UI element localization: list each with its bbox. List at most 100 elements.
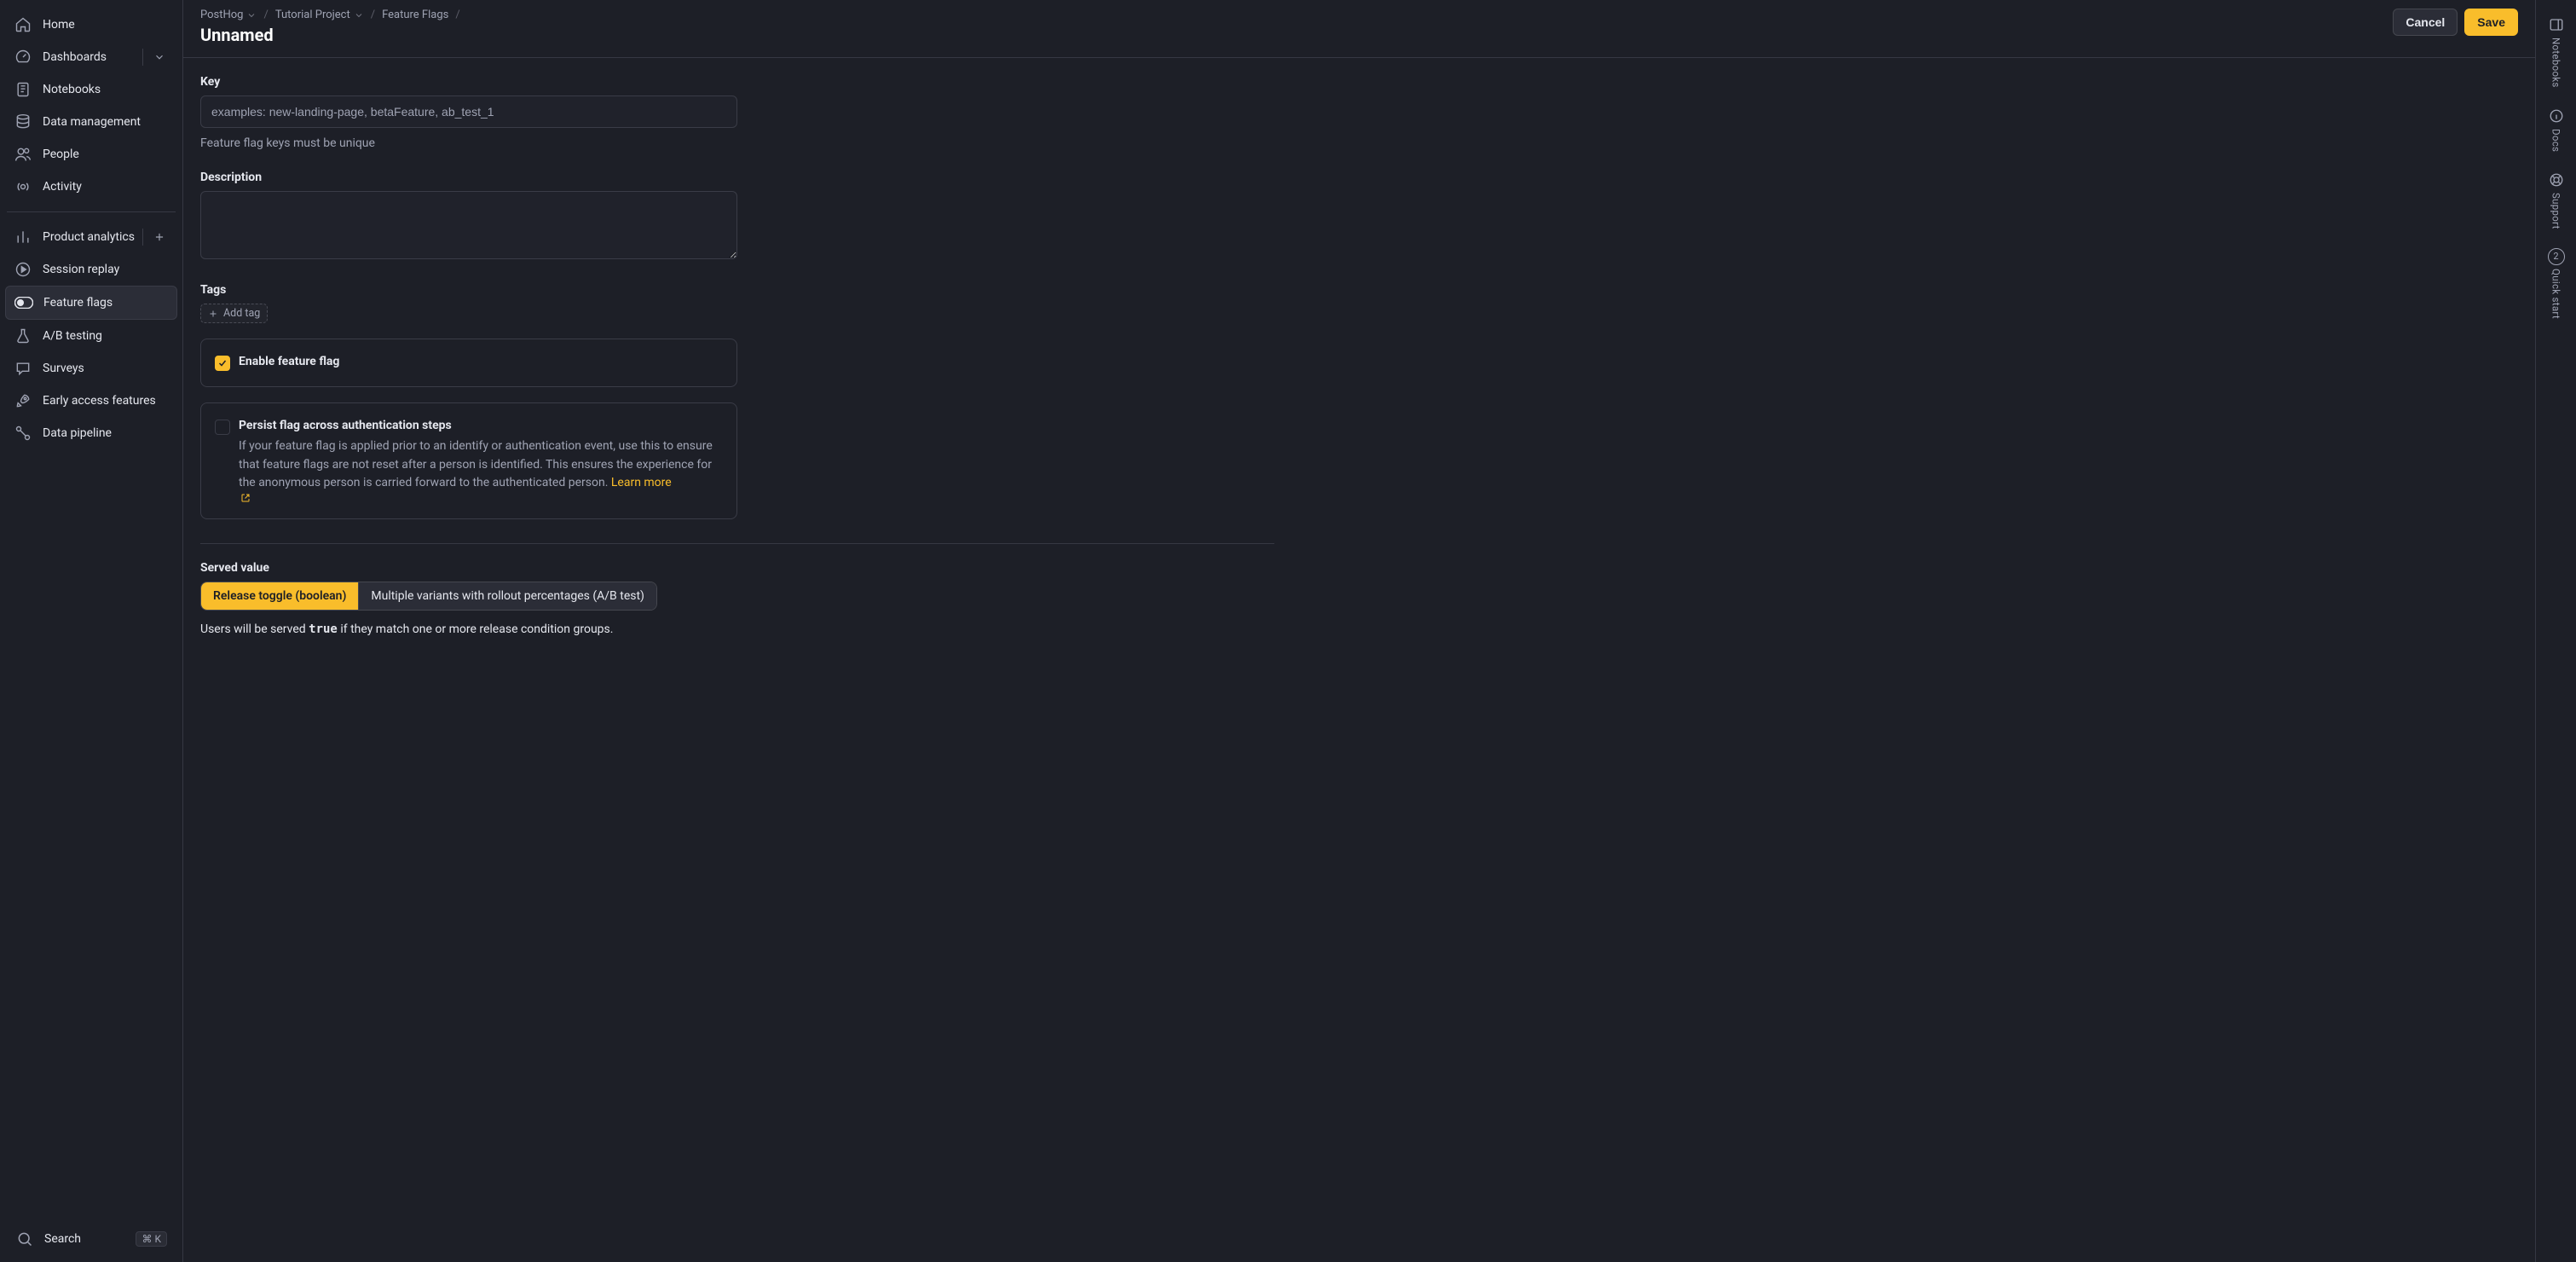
right-rail: Notebooks Docs Support 2 Quick start xyxy=(2535,0,2576,1262)
breadcrumb-label: Feature Flags xyxy=(382,9,448,21)
nav-label: Home xyxy=(43,18,75,32)
new-insight-button[interactable] xyxy=(150,228,169,246)
cancel-button[interactable]: Cancel xyxy=(2393,9,2458,36)
sidebar: Home Dashboards Notebooks xyxy=(0,0,183,1262)
divider xyxy=(142,49,143,66)
database-icon xyxy=(14,113,32,131)
nav-dashboards[interactable]: Dashboards xyxy=(5,41,177,73)
activity-icon xyxy=(14,177,32,196)
nav-data-management[interactable]: Data management xyxy=(5,106,177,138)
nav-label: Dashboards xyxy=(43,50,107,64)
rail-label: Support xyxy=(2550,193,2562,229)
nav-activity[interactable]: Activity xyxy=(5,171,177,203)
served-help-text: Users will be served true if they match … xyxy=(200,622,1274,636)
save-button[interactable]: Save xyxy=(2464,9,2518,36)
breadcrumb-sep: / xyxy=(455,9,459,21)
key-input[interactable] xyxy=(200,96,737,128)
enable-flag-checkbox[interactable] xyxy=(215,356,230,371)
lifebuoy-icon xyxy=(2547,171,2566,189)
main: PostHog / Tutorial Project / Feature Fla… xyxy=(183,0,2535,1262)
gauge-icon xyxy=(14,48,32,67)
nav-label: Product analytics xyxy=(43,230,135,244)
nav-label: People xyxy=(43,148,79,161)
info-icon xyxy=(2547,107,2566,125)
breadcrumb-sep: / xyxy=(371,9,375,21)
divider xyxy=(200,543,1274,544)
page-title: Unnamed xyxy=(200,25,2393,45)
served-help-code: true xyxy=(309,622,338,636)
nav-product-analytics[interactable]: Product analytics xyxy=(5,221,177,253)
search-label: Search xyxy=(44,1232,81,1246)
persist-flag-card: Persist flag across authentication steps… xyxy=(200,402,737,519)
nav-surveys[interactable]: Surveys xyxy=(5,352,177,385)
nav-label: Data pipeline xyxy=(43,426,112,440)
breadcrumb-sep: / xyxy=(263,9,268,21)
toggle-icon xyxy=(14,293,33,312)
breadcrumb-feature-flags[interactable]: Feature Flags xyxy=(382,9,448,21)
chevron-down-icon xyxy=(246,10,257,20)
dashboards-expand-button[interactable] xyxy=(150,48,169,67)
nav-label: A/B testing xyxy=(43,329,102,343)
breadcrumb: PostHog / Tutorial Project / Feature Fla… xyxy=(200,9,2393,21)
notebook-icon xyxy=(14,80,32,99)
divider xyxy=(7,211,176,212)
people-icon xyxy=(14,145,32,164)
flask-icon xyxy=(14,327,32,345)
key-help-text: Feature flag keys must be unique xyxy=(200,136,1274,150)
rail-support[interactable]: Support xyxy=(2536,164,2576,241)
enable-flag-card: Enable feature flag xyxy=(200,339,737,387)
nav-people[interactable]: People xyxy=(5,138,177,171)
nav-data-pipeline[interactable]: Data pipeline xyxy=(5,417,177,449)
description-input[interactable] xyxy=(200,191,737,259)
enable-flag-label: Enable feature flag xyxy=(239,355,339,368)
search-shortcut: ⌘ K xyxy=(136,1231,167,1247)
breadcrumb-posthog[interactable]: PostHog xyxy=(200,9,257,21)
nav-label: Data management xyxy=(43,115,141,129)
rail-quick-start[interactable]: 2 Quick start xyxy=(2536,241,2576,331)
search-button[interactable]: Search ⌘ K xyxy=(7,1223,176,1255)
nav-notebooks[interactable]: Notebooks xyxy=(5,73,177,106)
served-option-multivariate[interactable]: Multiple variants with rollout percentag… xyxy=(359,582,656,610)
rail-label: Notebooks xyxy=(2550,38,2562,88)
bar-chart-icon xyxy=(14,228,32,246)
learn-more-label: Learn more xyxy=(611,476,672,489)
persist-flag-help: If your feature flag is applied prior to… xyxy=(239,437,723,503)
rail-docs[interactable]: Docs xyxy=(2536,100,2576,164)
header: PostHog / Tutorial Project / Feature Fla… xyxy=(183,0,2535,58)
nav-label: Session replay xyxy=(43,263,119,276)
search-icon xyxy=(15,1230,34,1248)
nav-label: Surveys xyxy=(43,362,84,375)
rail-label: Quick start xyxy=(2550,269,2562,319)
nav-session-replay[interactable]: Session replay xyxy=(5,253,177,286)
chat-icon xyxy=(14,359,32,378)
breadcrumb-label: Tutorial Project xyxy=(275,9,350,21)
nav-feature-flags[interactable]: Feature flags xyxy=(5,286,177,320)
served-help-pre: Users will be served xyxy=(200,622,309,636)
external-link-icon xyxy=(240,493,251,503)
check-icon xyxy=(217,358,228,368)
add-tag-label: Add tag xyxy=(223,307,260,320)
chevron-down-icon xyxy=(354,10,364,20)
served-help-post: if they match one or more release condit… xyxy=(338,622,614,636)
persist-flag-checkbox[interactable] xyxy=(215,420,230,435)
plus-icon xyxy=(208,309,218,319)
breadcrumb-label: PostHog xyxy=(200,9,243,21)
pipeline-icon xyxy=(14,424,32,443)
add-tag-button[interactable]: Add tag xyxy=(200,304,268,323)
divider xyxy=(142,229,143,246)
nav-ab-testing[interactable]: A/B testing xyxy=(5,320,177,352)
notebook-panel-icon xyxy=(2547,15,2566,34)
nav-early-access[interactable]: Early access features xyxy=(5,385,177,417)
rail-notebooks[interactable]: Notebooks xyxy=(2536,9,2576,100)
replay-icon xyxy=(14,260,32,279)
key-label: Key xyxy=(200,75,1274,89)
rail-label: Docs xyxy=(2550,129,2562,152)
served-value-segmented: Release toggle (boolean) Multiple varian… xyxy=(200,582,657,611)
quick-start-count-badge: 2 xyxy=(2548,248,2565,265)
nav-label: Notebooks xyxy=(43,83,101,96)
breadcrumb-project[interactable]: Tutorial Project xyxy=(275,9,364,21)
nav-home[interactable]: Home xyxy=(5,9,177,41)
served-option-boolean[interactable]: Release toggle (boolean) xyxy=(201,582,359,610)
nav-label: Feature flags xyxy=(43,296,113,310)
home-icon xyxy=(14,15,32,34)
